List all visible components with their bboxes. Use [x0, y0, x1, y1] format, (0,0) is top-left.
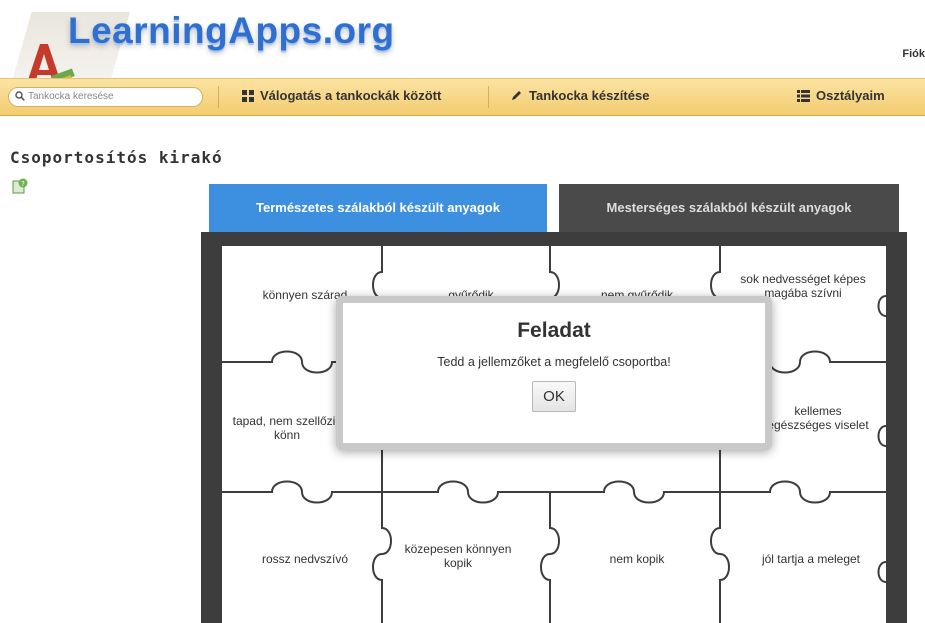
dialog-title: Feladat: [517, 319, 591, 342]
search-placeholder: Tankocka keresése: [28, 91, 114, 102]
browse-apps-button[interactable]: Válogatás a tankockák között: [242, 88, 441, 103]
create-app-label: Tankocka készítése: [529, 88, 650, 103]
puzzle-piece[interactable]: rossz nedvszívó: [222, 552, 388, 566]
puzzle-piece[interactable]: közepesen könnyen kopik: [398, 542, 518, 570]
puzzle-piece[interactable]: kellemes egészséges viselet: [762, 404, 874, 432]
toolbar-divider: [488, 86, 489, 108]
dialog-message: Tedd a jellemzőket a megfelelő csoportba…: [437, 355, 671, 369]
my-classes-label: Osztályaim: [816, 88, 885, 103]
tab-natural-fibers[interactable]: Természetes szálakból készült anyagok: [209, 184, 547, 232]
main-toolbar: Tankocka keresése Válogatás a tankockák …: [0, 78, 925, 116]
svg-text:?: ?: [21, 180, 25, 188]
grid-icon: [242, 90, 254, 102]
search-icon: [15, 91, 25, 101]
puzzle-piece[interactable]: jól tartja a meleget: [728, 552, 894, 566]
account-link[interactable]: Fiók: [902, 48, 925, 60]
logo[interactable]: LearningApps.org: [10, 6, 394, 88]
puzzle-piece[interactable]: tapad, nem szellőzik könn: [222, 414, 352, 442]
search-input[interactable]: Tankocka keresése: [8, 87, 203, 107]
ok-button[interactable]: OK: [532, 381, 576, 412]
list-icon: [797, 90, 810, 102]
task-dialog: Feladat Tedd a jellemzőket a megfelelő c…: [336, 296, 772, 450]
toolbar-divider: [218, 86, 219, 108]
create-app-button[interactable]: Tankocka készítése: [510, 88, 649, 103]
puzzle-piece[interactable]: nem kopik: [554, 552, 720, 566]
logo-text: LearningApps.org: [68, 10, 395, 51]
pencil-icon: [512, 91, 521, 100]
edit-hint-icon[interactable]: ?: [12, 178, 28, 194]
tab-synthetic-fibers[interactable]: Mesterséges szálakból készült anyagok: [559, 184, 899, 232]
my-classes-button[interactable]: Osztályaim: [797, 88, 885, 103]
browse-apps-label: Válogatás a tankockák között: [260, 88, 442, 103]
page-title: Csoportosítós kirakó: [10, 148, 223, 167]
